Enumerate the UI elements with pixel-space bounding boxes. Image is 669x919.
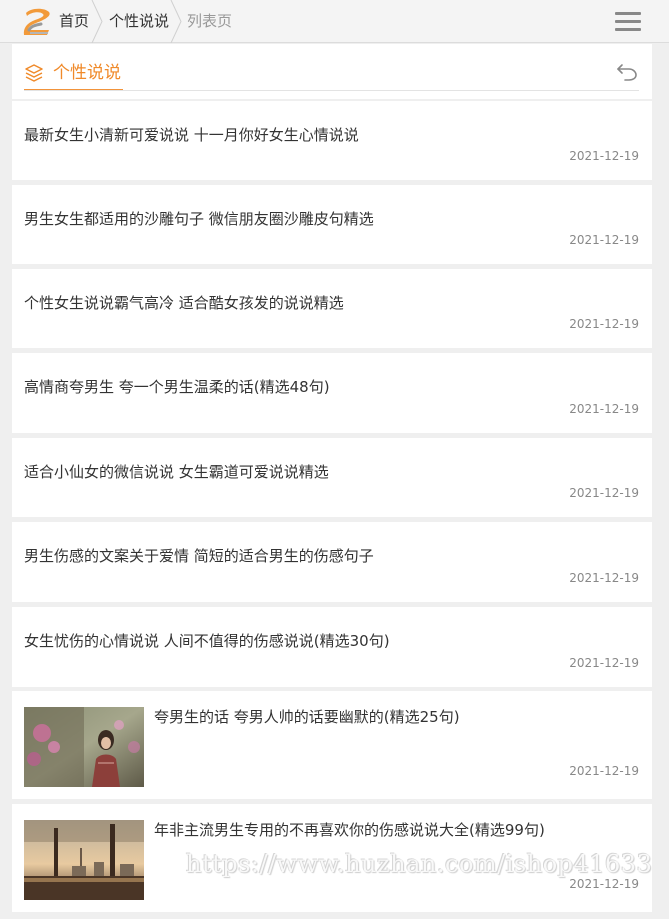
watermark-text: https://www.huzhan.com/ishop41633 — [186, 850, 653, 878]
layers-icon — [25, 64, 43, 82]
section-header: 个性说说 — [12, 44, 652, 99]
article-date: 2021-12-19 — [569, 764, 639, 778]
breadcrumb-current: 列表页 — [187, 12, 233, 30]
article-date: 2021-12-19 — [569, 317, 639, 331]
top-navigation-bar: 首页 个性说说 列表页 — [0, 0, 669, 43]
article-card[interactable]: 高情商夸男生 夸一个男生温柔的话(精选48句) 2021-12-19 — [12, 353, 652, 433]
article-title[interactable]: 最新女生小清新可爱说说 十一月你好女生心情说说 — [24, 125, 359, 145]
article-title[interactable]: 适合小仙女的微信说说 女生霸道可爱说说精选 — [24, 462, 329, 482]
breadcrumb-category[interactable]: 个性说说 — [109, 0, 169, 43]
article-title[interactable]: 女生忧伤的心情说说 人间不值得的伤感说说(精选30句) — [24, 631, 390, 651]
article-card[interactable]: 男生女生都适用的沙雕句子 微信朋友圈沙雕皮句精选 2021-12-19 — [12, 185, 652, 264]
article-date: 2021-12-19 — [569, 571, 639, 585]
section-divider — [24, 90, 639, 91]
site-logo[interactable] — [22, 6, 54, 36]
article-title[interactable]: 年非主流男生专用的不再喜欢你的伤感说说大全(精选99句) — [154, 820, 545, 840]
article-date: 2021-12-19 — [569, 149, 639, 163]
article-thumbnail[interactable] — [24, 820, 144, 900]
article-title[interactable]: 个性女生说说霸气高冷 适合酷女孩发的说说精选 — [24, 293, 344, 313]
section-title-tab: 个性说说 — [24, 61, 123, 91]
breadcrumb-home[interactable]: 首页 — [59, 0, 89, 43]
article-date: 2021-12-19 — [569, 233, 639, 247]
breadcrumb-separator-icon — [170, 0, 182, 43]
article-card[interactable]: 个性女生说说霸气高冷 适合酷女孩发的说说精选 2021-12-19 — [12, 269, 652, 348]
article-card-with-thumbnail[interactable]: 夸男生的话 夸男人帅的话要幽默的(精选25句) 2021-12-19 — [12, 691, 652, 799]
article-card[interactable]: 男生伤感的文案关于爱情 简短的适合男生的伤感句子 2021-12-19 — [12, 522, 652, 602]
article-thumbnail[interactable] — [24, 707, 144, 787]
article-date: 2021-12-19 — [569, 486, 639, 500]
back-arrow-icon[interactable] — [616, 62, 638, 84]
hamburger-icon[interactable] — [613, 9, 643, 35]
article-date: 2021-12-19 — [569, 877, 639, 891]
article-title[interactable]: 高情商夸男生 夸一个男生温柔的话(精选48句) — [24, 377, 330, 397]
article-date: 2021-12-19 — [569, 402, 639, 416]
article-card[interactable]: 女生忧伤的心情说说 人间不值得的伤感说说(精选30句) 2021-12-19 — [12, 607, 652, 687]
article-title[interactable]: 男生女生都适用的沙雕句子 微信朋友圈沙雕皮句精选 — [24, 209, 374, 229]
breadcrumb-separator-icon — [91, 0, 103, 43]
article-card[interactable]: 适合小仙女的微信说说 女生霸道可爱说说精选 2021-12-19 — [12, 438, 652, 517]
article-card[interactable]: 最新女生小清新可爱说说 十一月你好女生心情说说 2021-12-19 — [12, 101, 652, 180]
section-title: 个性说说 — [53, 63, 121, 83]
article-title[interactable]: 夸男生的话 夸男人帅的话要幽默的(精选25句) — [154, 707, 460, 727]
article-title[interactable]: 男生伤感的文案关于爱情 简短的适合男生的伤感句子 — [24, 546, 374, 566]
article-date: 2021-12-19 — [569, 656, 639, 670]
